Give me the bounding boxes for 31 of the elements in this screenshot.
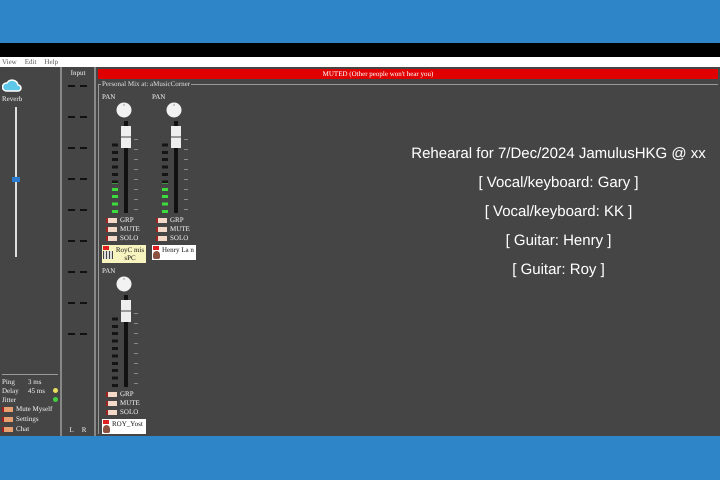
pan-knob[interactable] (116, 102, 132, 118)
led-icon (106, 392, 117, 396)
note-line: [ Vocal/keyboard: Gary ] (478, 174, 639, 191)
led-icon (106, 410, 117, 414)
note-line: Rehearal for 7/Dec/2024 JamulusHKG @ xx (411, 145, 706, 162)
volume-fader[interactable] (171, 119, 181, 215)
note-line: [ Guitar: Henry ] (506, 232, 612, 249)
led-icon (106, 400, 117, 406)
flag-icon (103, 246, 109, 250)
flag-icon (103, 420, 109, 424)
led-icon (156, 218, 167, 222)
led-icon (156, 236, 167, 240)
led-icon (156, 226, 167, 232)
keyboard-icon (103, 251, 113, 259)
led-icon (2, 416, 13, 422)
volume-fader[interactable] (121, 293, 131, 389)
note-line: [ Guitar: Roy ] (512, 261, 605, 278)
cloud-logo-icon (2, 77, 22, 95)
reverb-slider[interactable] (12, 107, 20, 257)
led-icon (2, 406, 13, 412)
pan-knob[interactable] (116, 276, 132, 292)
person-icon (153, 251, 160, 259)
led-icon (2, 426, 13, 432)
note-line: [ Vocal/keyboard: KK ] (484, 203, 632, 220)
pan-knob[interactable] (166, 102, 182, 118)
led-icon (106, 218, 117, 222)
led-icon (106, 236, 117, 240)
flag-icon (153, 246, 159, 250)
led-icon (106, 226, 117, 232)
person-icon (103, 425, 110, 433)
volume-fader[interactable] (121, 119, 131, 215)
